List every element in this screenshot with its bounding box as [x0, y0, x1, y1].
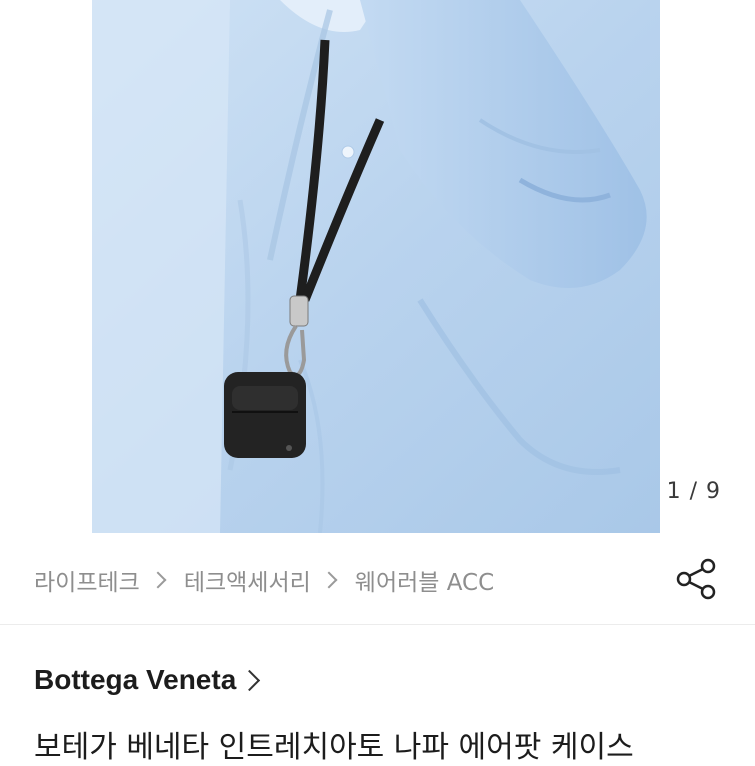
breadcrumb-bar: 라이프테크 테크액세서리 웨어러블 ACC [0, 533, 755, 625]
chevron-right-icon [239, 669, 261, 691]
share-icon [676, 558, 716, 600]
breadcrumb: 라이프테크 테크액세서리 웨어러블 ACC [34, 563, 494, 597]
product-image-carousel[interactable]: 1 / 9 [0, 0, 755, 533]
breadcrumb-item-tech-accessories[interactable]: 테크액세서리 [184, 563, 311, 597]
product-photo [0, 0, 755, 533]
brand-link[interactable]: Bottega Veneta [34, 664, 261, 696]
breadcrumb-item-wearable-acc[interactable]: 웨어러블 ACC [355, 563, 494, 597]
chevron-right-icon [320, 571, 338, 589]
image-counter: 1 / 9 [666, 479, 721, 504]
chevron-right-icon [149, 571, 167, 589]
share-button[interactable] [674, 556, 720, 602]
brand-name: Bottega Veneta [34, 664, 237, 695]
breadcrumb-item-lifetech[interactable]: 라이프테크 [34, 563, 140, 597]
product-title: 보테가 베네타 인트레치아토 나파 에어팟 케이스 [34, 730, 634, 765]
